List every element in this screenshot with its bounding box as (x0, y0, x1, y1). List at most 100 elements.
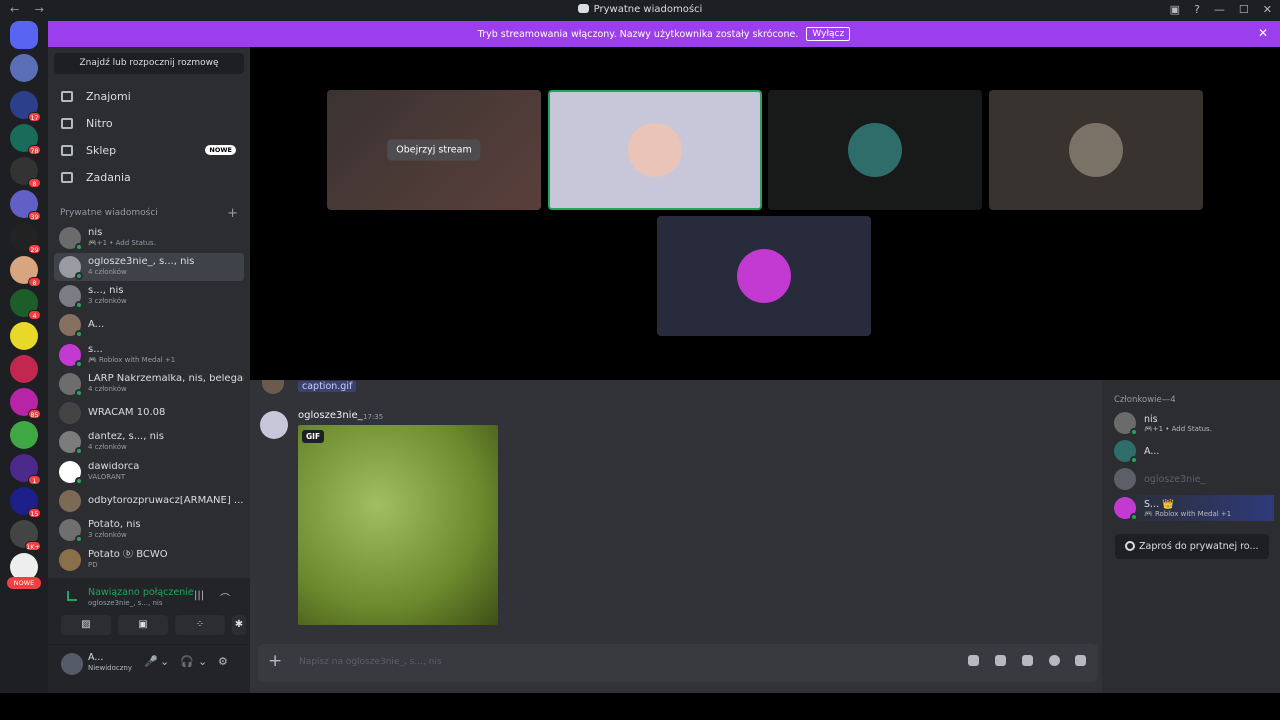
nav-nitro[interactable]: Nitro (54, 111, 244, 135)
message-author[interactable]: oglosze3nie_ (298, 410, 363, 421)
participant-tile[interactable] (657, 216, 871, 336)
server-icon[interactable]: 1K+ (10, 520, 41, 551)
member-item[interactable]: S... 👑 🎮 Roblox with Medal +1 (1114, 495, 1274, 521)
nav-label: Sklep (86, 143, 117, 157)
member-item[interactable]: nis 🎮+1 • Add Status. (1114, 410, 1274, 436)
server-icon[interactable]: 4 (10, 289, 41, 320)
camera-button[interactable]: ▨ (61, 615, 111, 635)
server-icon[interactable]: 39 (10, 190, 41, 221)
minimize-button[interactable]: — (1214, 3, 1225, 16)
home-button[interactable] (10, 21, 38, 49)
participant-tile[interactable] (768, 90, 982, 210)
avatar (59, 461, 83, 485)
apps-icon[interactable] (1075, 655, 1086, 666)
gif-attachment[interactable]: GIF (298, 425, 498, 625)
avatar[interactable] (61, 653, 83, 675)
new-servers-pill[interactable]: NOWE (7, 577, 41, 589)
close-button[interactable]: ✕ (1263, 3, 1272, 16)
dm-item[interactable]: A... (54, 311, 244, 339)
dm-item[interactable]: odbytorozpruwacz[ARMANE] ... (54, 487, 244, 515)
gear-icon[interactable]: ⚙ (218, 655, 228, 668)
server-icon[interactable] (10, 322, 38, 350)
server-icon[interactable]: 1 (10, 454, 41, 485)
gif-icon[interactable] (995, 655, 1006, 666)
noise-suppression-icon[interactable]: ||| (194, 590, 204, 601)
message-composer[interactable]: + Napisz na oglosze3nie_, s..., nis (258, 644, 1098, 682)
user-panel: A... Niewidoczny 🎤 ⌄ 🎧 ⌄ ⚙ (48, 645, 250, 693)
server-icon[interactable] (10, 54, 38, 82)
sticker-icon[interactable] (1022, 655, 1033, 666)
banner-close-icon[interactable]: ✕ (1258, 26, 1268, 40)
dm-item[interactable]: s... 🎮 Roblox with Medal +1 (54, 341, 244, 369)
server-icon[interactable]: 15 (10, 487, 41, 518)
add-attachment-icon[interactable]: + (268, 651, 282, 671)
participant-tile[interactable] (989, 90, 1203, 210)
member-item[interactable]: A... (1114, 438, 1274, 464)
dm-item[interactable]: Potato ⓑ BCWO PD (54, 546, 244, 574)
avatar (59, 490, 81, 512)
deafen-icon[interactable]: 🎧 (180, 655, 194, 668)
message-input[interactable]: Napisz na oglosze3nie_, s..., nis (299, 657, 442, 667)
dm-name: Potato, nis (88, 520, 141, 530)
chevron-down-icon[interactable]: ⌄ (160, 655, 169, 668)
help-icon[interactable]: ? (1194, 3, 1200, 16)
dm-item[interactable]: dawidorca VALORANT (54, 458, 244, 486)
dm-item[interactable]: s..., nis 3 członków (54, 282, 244, 310)
chevron-down-icon[interactable]: ⌄ (198, 655, 207, 668)
find-conversation-button[interactable]: Znajdź lub rozpocznij rozmowę (54, 53, 244, 74)
server-icon[interactable]: 8 (10, 256, 41, 287)
emoji-icon[interactable] (1049, 655, 1060, 666)
avatar (59, 256, 83, 280)
nav-friends[interactable]: Znajomi (54, 84, 244, 108)
title-bar: ← → Prywatne wiadomości ▣ ? — ☐ ✕ (0, 0, 1280, 21)
watch-stream-button[interactable]: Obejrzyj stream (387, 139, 481, 161)
member-item[interactable]: oglosze3nie_ (1114, 466, 1274, 492)
activities-button[interactable]: ⁘ (175, 615, 225, 635)
soundboard-button[interactable]: ✱ (232, 615, 246, 635)
dm-name: A... (88, 320, 105, 330)
create-dm-icon[interactable]: + (227, 206, 238, 221)
dm-sub: 3 członków (88, 531, 127, 539)
nitro-icon (61, 117, 73, 129)
attachment-link[interactable]: caption.gif (298, 381, 357, 392)
screen-share-button[interactable]: ▣ (118, 615, 168, 635)
banner-text: Tryb streamowania włączony. Nazwy użytko… (477, 28, 799, 40)
avatar (59, 314, 83, 338)
voice-participants[interactable]: oglosze3nie_, s..., nis (88, 599, 162, 607)
server-icon[interactable] (10, 355, 38, 383)
dm-item[interactable]: dantez, s..., nis 4 członków (54, 428, 244, 456)
disable-button[interactable]: Wyłącz (806, 27, 851, 41)
avatar[interactable] (260, 411, 288, 439)
nav-shop[interactable]: Sklep NOWE (54, 138, 244, 162)
dm-name: oglosze3nie_, s..., nis (88, 257, 195, 267)
dm-item[interactable]: LARP Nakrzemalka, nis, belegancik4 człon… (54, 370, 244, 398)
inbox-icon[interactable]: ▣ (1170, 3, 1180, 16)
dm-item[interactable]: oglosze3nie_, s..., nis 4 członków (54, 253, 244, 281)
stream-tile[interactable]: Obejrzyj stream (327, 90, 541, 210)
avatar (59, 344, 83, 368)
dm-item[interactable]: nis 🎮+1 • Add Status. (54, 224, 244, 252)
badge: 8 (28, 178, 41, 188)
server-icon[interactable]: 85 (10, 388, 41, 419)
badge: 39 (28, 211, 41, 221)
disconnect-icon[interactable]: ⌒ (220, 590, 230, 605)
invite-to-dm-button[interactable]: Zaproś do prywatnej ro... (1115, 534, 1269, 559)
dm-item[interactable]: WRACAM 10.08 (54, 399, 244, 427)
dm-name: nis (88, 228, 103, 238)
avatar (262, 380, 284, 394)
gift-icon[interactable] (968, 655, 979, 666)
participant-tile[interactable] (548, 90, 762, 210)
invite-label: Zaproś do prywatnej ro... (1139, 541, 1259, 552)
server-icon[interactable]: 78 (10, 124, 41, 155)
avatar (59, 402, 81, 424)
server-icon[interactable]: 8 (10, 157, 41, 188)
dm-name: WRACAM 10.08 (88, 408, 166, 418)
maximize-button[interactable]: ☐ (1239, 3, 1249, 16)
server-icon[interactable]: 17 (10, 91, 41, 122)
nav-quests[interactable]: Zadania (54, 165, 244, 189)
mute-icon[interactable]: 🎤 (144, 655, 158, 668)
server-icon[interactable]: 29 (10, 223, 41, 254)
server-icon[interactable] (10, 421, 38, 449)
dm-item[interactable]: Potato, nis 3 członków (54, 516, 244, 544)
dm-name: s... (88, 345, 103, 355)
